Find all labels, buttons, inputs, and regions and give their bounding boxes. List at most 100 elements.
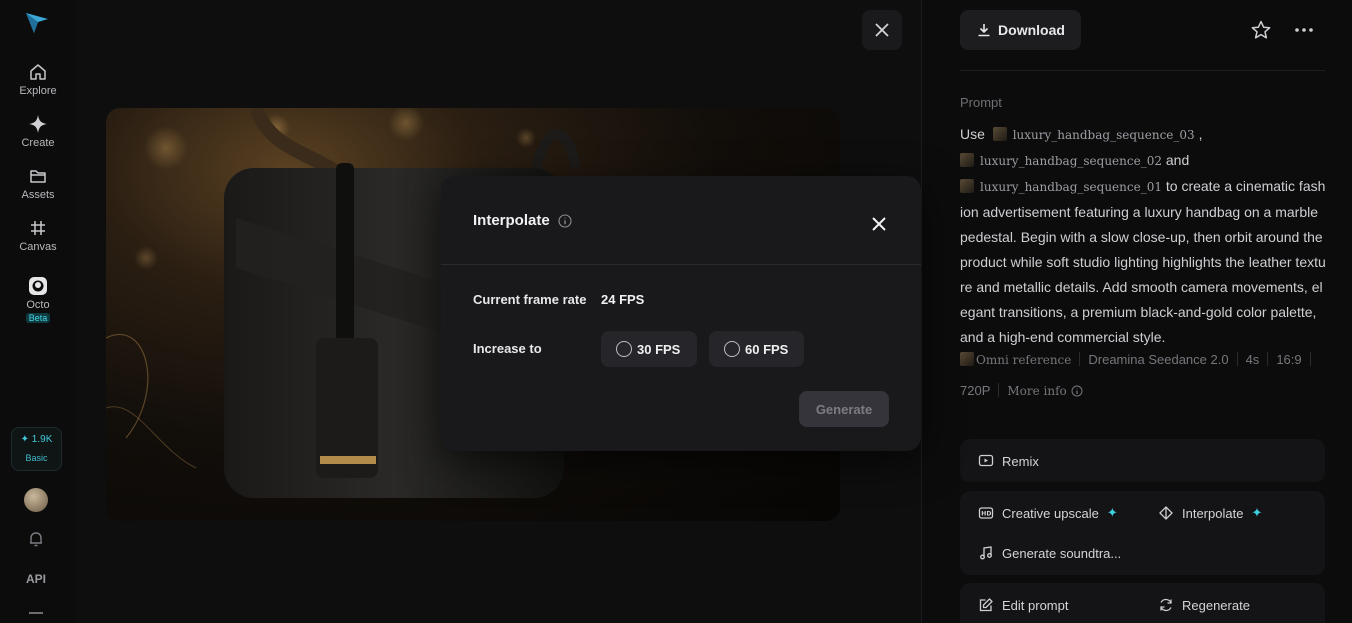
creative-upscale-label: Creative upscale (1002, 505, 1099, 521)
bell-icon[interactable] (27, 530, 45, 548)
api-link[interactable]: API (0, 572, 72, 586)
modal-title: Interpolate (473, 212, 572, 229)
enhance-card: HD Creative upscale ✦ Interpolate ✦ Gene… (960, 491, 1325, 575)
generate-soundtrack-button[interactable]: Generate soundtra... (978, 545, 1121, 561)
reference-chip[interactable]: luxury_handbag_sequence_01 (960, 179, 1162, 194)
meta-separator (998, 383, 1000, 397)
sidebar-item-label: Assets (21, 189, 55, 201)
duration: 4s (1245, 352, 1260, 367)
generation-meta-2: 720P More info (960, 383, 1083, 398)
sidebar-item-label: Canvas (19, 241, 57, 253)
beta-badge: Beta (25, 313, 51, 323)
interpolate-icon (1159, 506, 1173, 520)
svg-text:HD: HD (981, 511, 991, 518)
fps-option-30[interactable]: 30 FPS (601, 331, 697, 367)
prompt-text: Use luxury_handbag_sequence_03 , luxury_… (960, 122, 1326, 350)
sidebar-item-canvas[interactable]: Canvas (0, 218, 76, 253)
download-label: Download (998, 22, 1065, 38)
more-info-link[interactable]: More info (1007, 384, 1083, 398)
increase-to-label: Increase to (473, 341, 542, 356)
close-preview-button[interactable] (862, 10, 902, 50)
info-icon (1071, 385, 1083, 397)
reference-name: luxury_handbag_sequence_02 (980, 154, 1162, 168)
more-info-label: More info (1007, 384, 1067, 398)
interpolate-button[interactable]: Interpolate ✦ (1158, 505, 1262, 521)
aspect-ratio: 16:9 (1276, 352, 1302, 367)
folder-icon (30, 170, 46, 183)
prompt-title: Prompt (960, 95, 1002, 110)
app-root: Explore Create Assets Canvas Octo Beta ✦… (0, 0, 1352, 623)
reference-chip[interactable]: luxury_handbag_sequence_03 (992, 127, 1195, 142)
hd-upscale-icon: HD (978, 507, 994, 519)
reference-chip[interactable]: luxury_handbag_sequence_02 (960, 153, 1162, 168)
model-name: Dreamina Seedance 2.0 (1088, 352, 1229, 367)
prompt-conjunction: and (1165, 152, 1190, 168)
reference-thumbnail (992, 127, 1007, 141)
sparkle-icon (29, 115, 47, 133)
resolution: 720P (960, 383, 991, 398)
generate-soundtrack-label: Generate soundtra... (1002, 545, 1122, 561)
credits-badge[interactable]: ✦ 1.9K Basic (11, 427, 62, 471)
fps-option-60[interactable]: 60 FPS (709, 331, 804, 367)
sparkle-icon: ✦ (1251, 505, 1263, 520)
close-icon (875, 23, 889, 37)
octo-icon (29, 277, 47, 295)
fps-option-label: 30 FPS (637, 341, 681, 357)
meta-separator (1236, 352, 1238, 366)
modal-divider (441, 264, 921, 265)
star-icon[interactable] (1250, 19, 1272, 41)
reference-thumbnail (960, 352, 974, 366)
omni-reference-tag[interactable]: Omni reference (960, 352, 1072, 367)
meta-separator (1309, 352, 1311, 366)
sidebar-item-octo[interactable]: Octo Beta (0, 276, 76, 324)
avatar[interactable] (24, 488, 48, 512)
meta-separator (1267, 352, 1269, 366)
reference-name: luxury_handbag_sequence_03 (1012, 128, 1195, 142)
sidebar-item-create[interactable]: Create (0, 114, 76, 149)
hash-grid-icon (31, 221, 45, 235)
edit-prompt-button[interactable]: Edit prompt (978, 597, 1068, 613)
sidebar-item-explore[interactable]: Explore (0, 62, 76, 97)
remix-icon (978, 454, 994, 467)
info-icon[interactable] (558, 213, 572, 228)
download-button[interactable]: Download (960, 10, 1081, 50)
generation-meta: Omni reference Dreamina Seedance 2.0 4s 16:… (960, 352, 1319, 367)
sidebar-item-label: Octo (26, 299, 50, 311)
reference-thumbnail (960, 153, 974, 167)
sparkle-icon: ✦ (1106, 505, 1118, 520)
regenerate-icon (1160, 598, 1172, 612)
more-options-icon[interactable] (1293, 19, 1315, 41)
interpolate-modal: Interpolate Current frame rate 24 FPS In… (441, 176, 921, 451)
prompt-prefix: Use (960, 126, 985, 142)
regenerate-label: Regenerate (1182, 597, 1250, 613)
logo-icon[interactable] (24, 10, 50, 36)
current-frame-rate-label: Current frame rate (473, 292, 587, 307)
radio-button[interactable] (616, 341, 632, 357)
sidebar-item-label: Explore (19, 85, 57, 97)
creative-upscale-button[interactable]: HD Creative upscale ✦ (978, 505, 1118, 521)
panel-divider-horizontal (960, 70, 1325, 71)
edit-card: Edit prompt Regenerate (960, 583, 1325, 623)
regenerate-button[interactable]: Regenerate (1158, 597, 1250, 613)
meta-separator (1079, 352, 1081, 366)
download-icon (978, 24, 990, 37)
remix-card: Remix (960, 439, 1325, 482)
fps-option-label: 60 FPS (745, 341, 789, 357)
credit-sparkle-icon: ✦ (20, 434, 30, 445)
home-icon (30, 64, 46, 80)
modal-title-text: Interpolate (473, 212, 550, 229)
sidebar-item-assets[interactable]: Assets (0, 166, 76, 201)
omni-reference-label: Omni reference (976, 353, 1072, 367)
sidebar: Explore Create Assets Canvas Octo Beta ✦… (0, 0, 76, 623)
remix-button[interactable]: Remix (978, 453, 1039, 469)
edit-icon (979, 598, 993, 612)
current-frame-rate-value: 24 FPS (601, 292, 645, 307)
credits-amount: 1.9K (31, 434, 53, 445)
generate-button[interactable]: Generate (799, 391, 889, 427)
reference-name: luxury_handbag_sequence_01 (980, 180, 1162, 194)
close-modal-icon[interactable] (869, 214, 889, 234)
menu-icon[interactable] (29, 612, 43, 614)
prompt-comma: , (1198, 126, 1203, 142)
sidebar-item-label: Create (21, 137, 55, 149)
radio-button[interactable] (724, 341, 740, 357)
